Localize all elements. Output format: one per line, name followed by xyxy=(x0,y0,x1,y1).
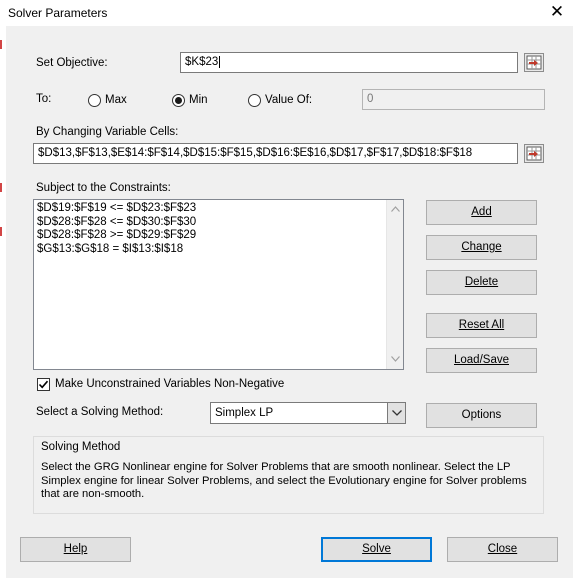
sheet-edge-marker xyxy=(0,227,2,236)
solving-method-description: Select the GRG Nonlinear engine for Solv… xyxy=(41,461,527,500)
list-item[interactable]: $G$13:$G$18 = $I$13:$I$18 xyxy=(37,243,196,257)
radio-max[interactable] xyxy=(88,94,101,107)
constraints-list: $D$19:$F$19 <= $D$23:$F$23 $D$28:$F$28 <… xyxy=(37,202,196,256)
list-item[interactable]: $D$28:$F$28 <= $D$30:$F$30 xyxy=(37,216,196,230)
constraints-scrollbar[interactable] xyxy=(386,200,403,369)
solving-method-title: Solving Method xyxy=(41,441,121,453)
reset-all-button[interactable]: Reset All xyxy=(426,313,537,338)
window-title: Solver Parameters xyxy=(8,6,108,20)
help-button[interactable]: Help xyxy=(20,537,131,562)
changing-cells-input[interactable]: $D$13,$F$13,$E$14:$F$14,$D$15:$F$15,$D$1… xyxy=(33,143,518,164)
checkmark-icon xyxy=(38,380,49,389)
radio-min[interactable] xyxy=(172,94,185,107)
radio-value-of[interactable] xyxy=(248,94,261,107)
range-reference-icon[interactable] xyxy=(524,144,544,163)
solving-method-label: Select a Solving Method: xyxy=(36,406,164,418)
value-of-input[interactable]: 0 xyxy=(362,89,545,110)
dropdown-button[interactable] xyxy=(387,403,405,423)
to-label: To: xyxy=(36,93,52,105)
chevron-down-icon xyxy=(392,410,402,416)
change-button[interactable]: Change xyxy=(426,235,537,260)
sheet-edge-marker xyxy=(0,40,2,49)
solving-method-select[interactable]: Simplex LP xyxy=(210,402,406,424)
set-objective-label: Set Objective: xyxy=(36,57,108,69)
chevron-up-icon[interactable] xyxy=(391,206,400,212)
close-button[interactable]: Close xyxy=(447,537,558,562)
sheet-edge-marker xyxy=(0,183,2,192)
nonneg-label[interactable]: Make Unconstrained Variables Non-Negativ… xyxy=(55,378,284,390)
add-button[interactable]: Add xyxy=(426,200,537,225)
solve-button[interactable]: Solve xyxy=(321,537,432,562)
range-reference-icon[interactable] xyxy=(524,53,544,72)
solving-method-value: Simplex LP xyxy=(215,407,274,419)
chevron-down-icon[interactable] xyxy=(391,356,400,362)
radio-max-label[interactable]: Max xyxy=(105,94,127,106)
constraints-listbox[interactable]: $D$19:$F$19 <= $D$23:$F$23 $D$28:$F$28 <… xyxy=(33,199,404,370)
nonneg-checkbox[interactable] xyxy=(37,378,50,391)
changing-cells-label: By Changing Variable Cells: xyxy=(36,126,179,138)
radio-min-label[interactable]: Min xyxy=(189,94,208,106)
list-item[interactable]: $D$28:$F$28 >= $D$29:$F$29 xyxy=(37,229,196,243)
set-objective-input[interactable]: $K$23 xyxy=(180,52,518,73)
options-button[interactable]: Options xyxy=(426,403,537,428)
close-icon[interactable]: ✕ xyxy=(548,3,566,21)
constraints-label: Subject to the Constraints: xyxy=(36,182,171,194)
radio-min-dot xyxy=(175,97,182,104)
delete-button[interactable]: Delete xyxy=(426,270,537,295)
radio-value-of-label[interactable]: Value Of: xyxy=(265,94,312,106)
load-save-button[interactable]: Load/Save xyxy=(426,348,537,373)
list-item[interactable]: $D$19:$F$19 <= $D$23:$F$23 xyxy=(37,202,196,216)
